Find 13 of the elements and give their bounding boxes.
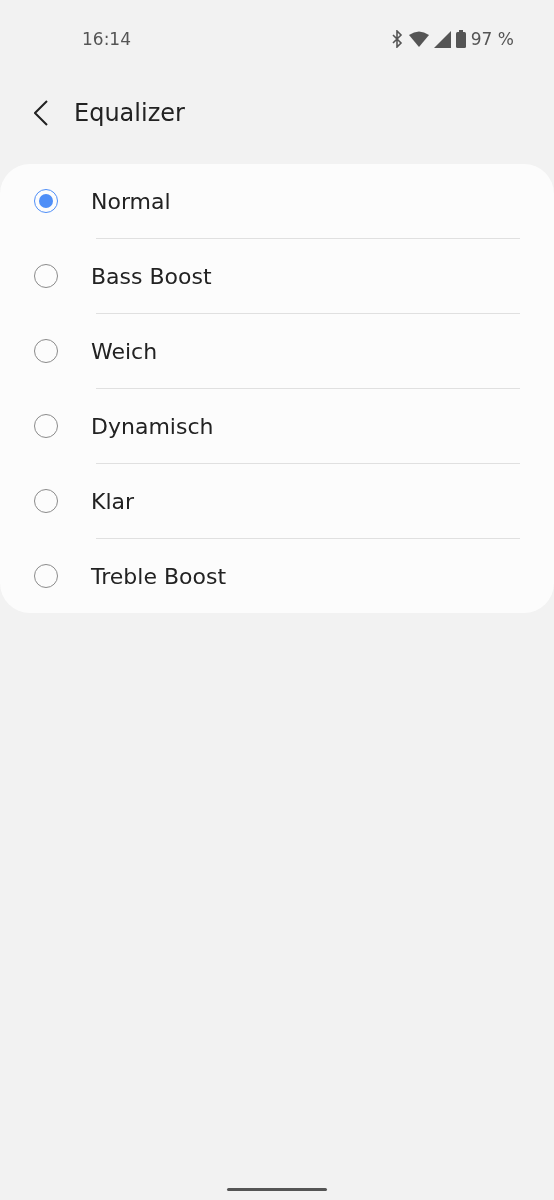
status-time: 16:14 <box>82 29 132 49</box>
battery-icon <box>455 30 466 48</box>
option-label[interactable]: Treble Boost <box>91 563 226 589</box>
option-label[interactable]: Normal <box>91 188 171 214</box>
option-label[interactable]: Weich <box>91 338 158 364</box>
signal-icon <box>433 30 451 48</box>
wifi-icon <box>408 31 429 47</box>
bluetooth-icon <box>389 30 404 48</box>
option-label[interactable]: Dynamisch <box>91 413 214 439</box>
option-label[interactable]: Klar <box>91 488 135 514</box>
battery-percentage: 97 % <box>470 29 514 49</box>
page-title: Equalizer <box>74 99 185 127</box>
option-label[interactable]: Bass Boost <box>91 263 212 289</box>
